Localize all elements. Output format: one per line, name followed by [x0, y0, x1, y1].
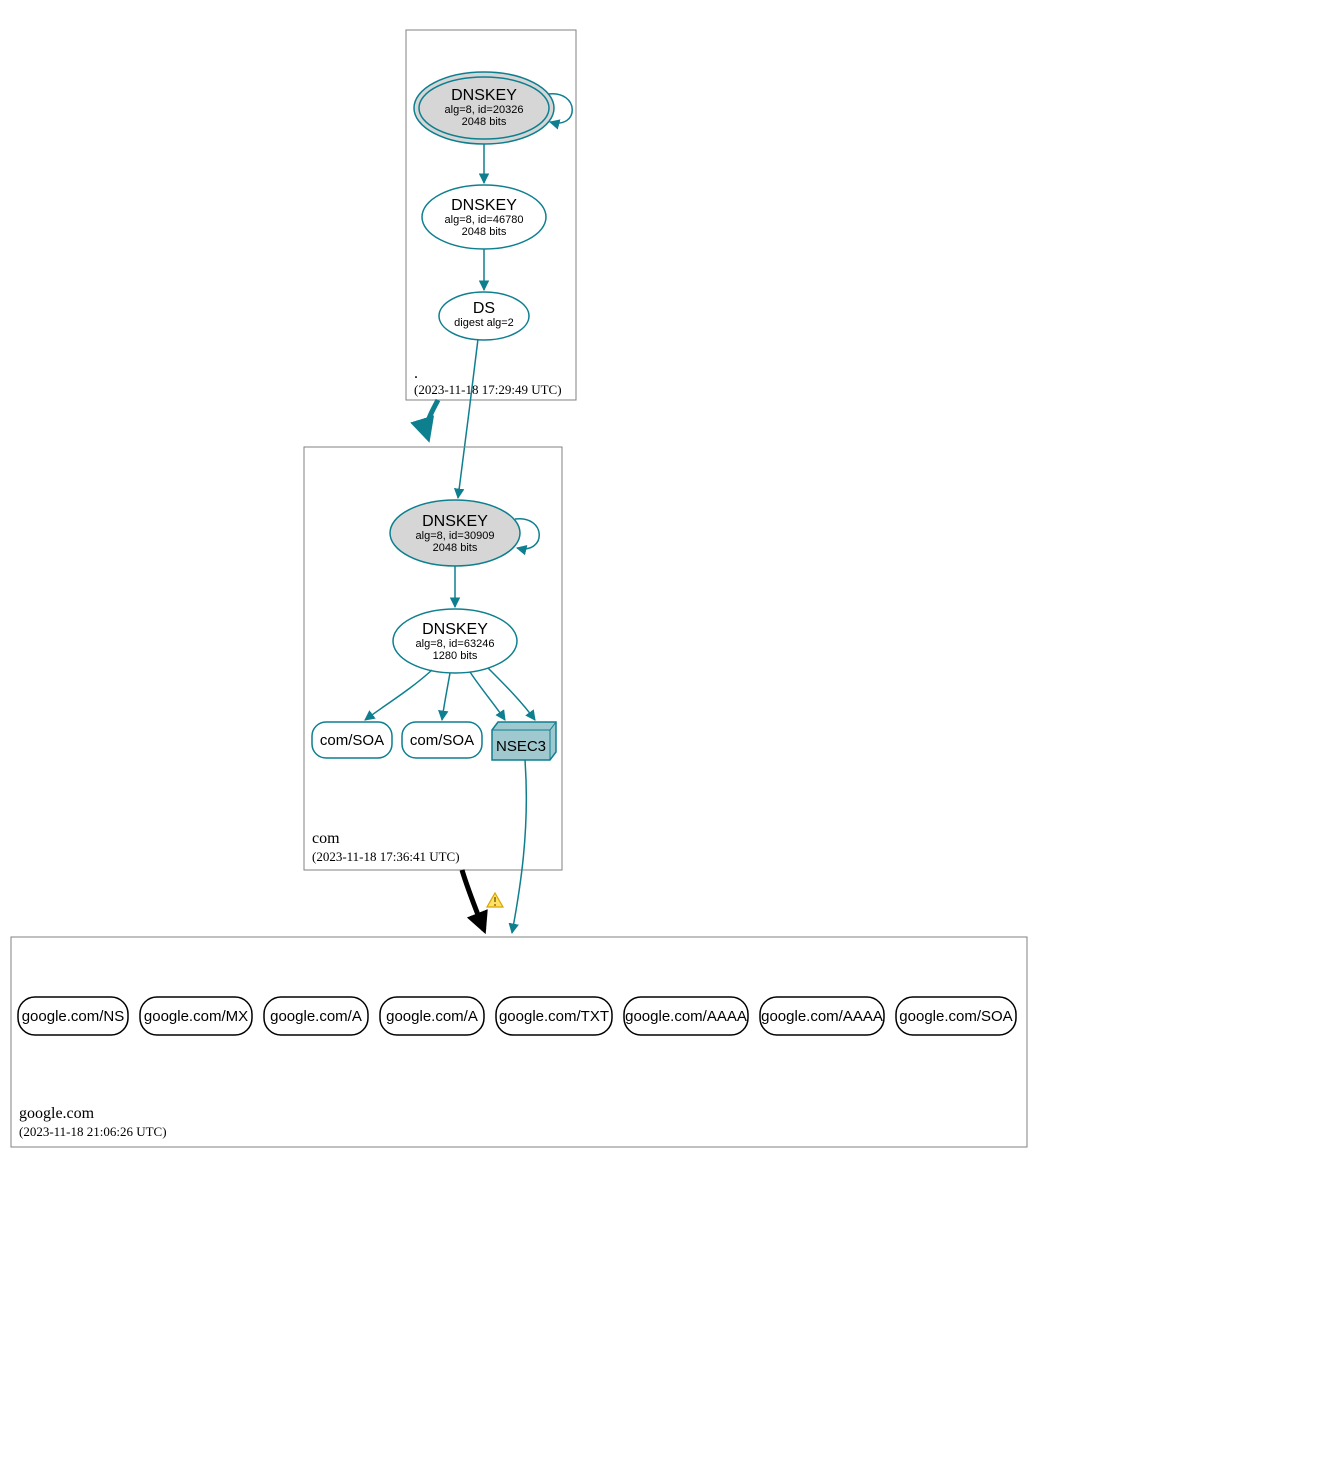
google-rec-0-label: google.com/NS — [22, 1008, 125, 1025]
com-nsec3-label: NSEC3 — [496, 738, 546, 755]
com-soa1-node[interactable]: com/SOA — [312, 722, 392, 758]
zone-google: google.com/NS google.com/MX google.com/A… — [11, 937, 1027, 1147]
com-soa1-label: com/SOA — [320, 732, 384, 749]
root-ksk-node[interactable]: DNSKEY alg=8, id=20326 2048 bits — [414, 72, 554, 144]
zone-google-name: google.com — [19, 1105, 95, 1122]
root-ksk-line1: alg=8, id=20326 — [445, 104, 524, 116]
root-zsk-line2: 2048 bits — [462, 226, 507, 238]
warning-icon — [487, 893, 503, 907]
root-zsk-title: DNSKEY — [451, 197, 517, 214]
root-ds-node[interactable]: DS digest alg=2 — [439, 292, 529, 340]
zone-root-ts: (2023-11-18 17:29:49 UTC) — [414, 382, 562, 397]
zone-root: DNSKEY alg=8, id=20326 2048 bits DNSKEY … — [406, 30, 576, 400]
google-rec-6-label: google.com/AAAA — [761, 1008, 883, 1025]
google-rec-0[interactable]: google.com/NS — [18, 997, 128, 1035]
root-ds-line1: digest alg=2 — [454, 317, 514, 329]
zone-com: DNSKEY alg=8, id=30909 2048 bits DNSKEY … — [304, 447, 562, 870]
zone-google-ts: (2023-11-18 21:06:26 UTC) — [19, 1124, 167, 1139]
edge-com-zsk-nsec3b — [488, 668, 535, 720]
edge-com-zsk-soa1 — [365, 670, 432, 720]
com-soa2-node[interactable]: com/SOA — [402, 722, 482, 758]
com-zsk-line1: alg=8, id=63246 — [416, 638, 495, 650]
zone-com-ts: (2023-11-18 17:36:41 UTC) — [312, 849, 460, 864]
google-rec-1[interactable]: google.com/MX — [140, 997, 252, 1035]
google-records-row: google.com/NS google.com/MX google.com/A… — [18, 997, 1016, 1035]
com-ksk-line2: 2048 bits — [433, 542, 478, 554]
google-rec-1-label: google.com/MX — [144, 1008, 248, 1025]
edge-root-ds-to-com-ksk — [458, 339, 478, 498]
edge-nsec3-to-google — [512, 760, 526, 933]
google-rec-4-label: google.com/TXT — [499, 1008, 609, 1025]
com-nsec3-node[interactable]: NSEC3 — [492, 722, 556, 760]
google-rec-3[interactable]: google.com/A — [380, 997, 484, 1035]
root-ksk-title: DNSKEY — [451, 87, 517, 104]
zone-root-name: . — [414, 365, 418, 382]
root-ds-title: DS — [473, 300, 495, 317]
google-rec-7-label: google.com/SOA — [899, 1008, 1012, 1025]
google-rec-4[interactable]: google.com/TXT — [496, 997, 612, 1035]
com-zsk-line2: 1280 bits — [433, 650, 478, 662]
com-ksk-title: DNSKEY — [422, 513, 488, 530]
google-rec-3-label: google.com/A — [386, 1008, 478, 1025]
com-zsk-node[interactable]: DNSKEY alg=8, id=63246 1280 bits — [393, 609, 517, 673]
com-soa2-label: com/SOA — [410, 732, 474, 749]
root-zsk-line1: alg=8, id=46780 — [445, 214, 524, 226]
google-rec-7[interactable]: google.com/SOA — [896, 997, 1016, 1035]
google-rec-2[interactable]: google.com/A — [264, 997, 368, 1035]
google-rec-5[interactable]: google.com/AAAA — [624, 997, 748, 1035]
edge-com-to-google-thick — [462, 870, 484, 930]
google-rec-2-label: google.com/A — [270, 1008, 362, 1025]
google-rec-6[interactable]: google.com/AAAA — [760, 997, 884, 1035]
com-ksk-node[interactable]: DNSKEY alg=8, id=30909 2048 bits — [390, 500, 520, 566]
com-zsk-title: DNSKEY — [422, 621, 488, 638]
com-ksk-line1: alg=8, id=30909 — [416, 530, 495, 542]
google-rec-5-label: google.com/AAAA — [625, 1008, 747, 1025]
root-zsk-node[interactable]: DNSKEY alg=8, id=46780 2048 bits — [422, 185, 546, 249]
root-ksk-line2: 2048 bits — [462, 116, 507, 128]
edge-root-to-com-thick — [427, 400, 438, 438]
edge-com-zsk-soa2 — [442, 673, 450, 720]
zone-com-name: com — [312, 830, 340, 847]
